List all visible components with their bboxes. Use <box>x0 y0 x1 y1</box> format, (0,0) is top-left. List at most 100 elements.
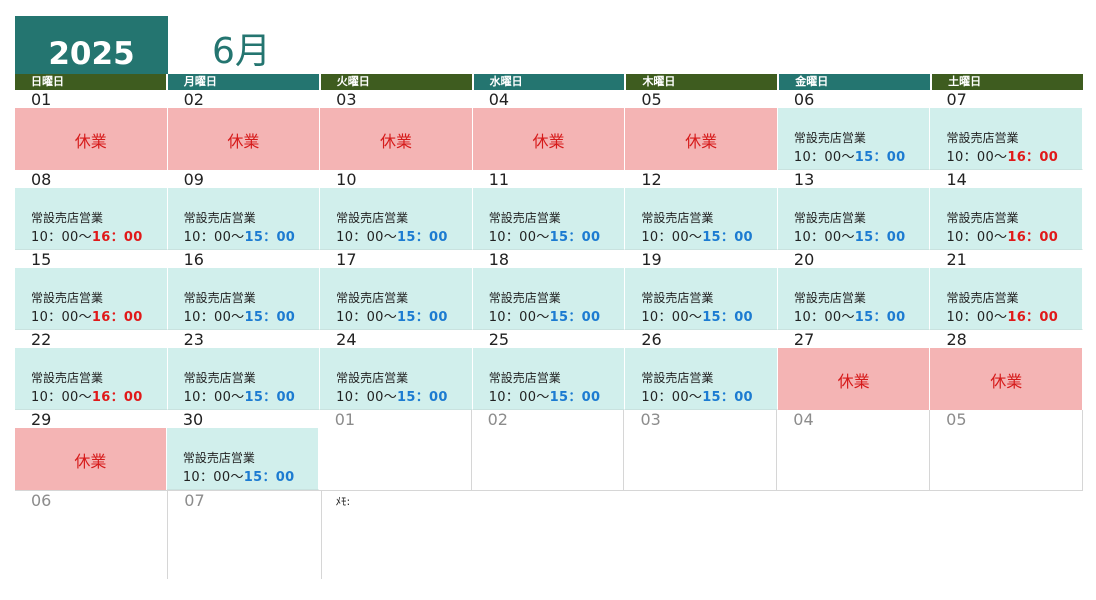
day-cell[interactable]: 08 常設売店営業 10：00～16：00 <box>15 170 168 250</box>
day-cell[interactable]: 07 常設売店営業 10：00～16：00 <box>930 90 1084 170</box>
open-band: 常設売店営業 10：00～15：00 <box>320 348 473 410</box>
day-number: 07 <box>946 90 967 109</box>
closed-band: 休業 <box>167 108 321 170</box>
day-cell[interactable]: 04 <box>777 410 931 490</box>
day-cell[interactable]: 02 <box>472 410 625 490</box>
open-start-time: 10：00～ <box>31 230 92 245</box>
closed-band: 休業 <box>777 348 931 410</box>
day-number: 18 <box>488 250 510 269</box>
open-title: 常設売店営業 <box>488 371 561 385</box>
day-cell[interactable]: 23 常設売店営業 10：00～15：00 <box>167 330 321 410</box>
open-title: 常設売店営業 <box>183 291 256 305</box>
day-number: 05 <box>946 410 967 429</box>
day-cell[interactable]: 10 常設売店営業 10：00～15：00 <box>320 170 473 250</box>
day-number: 21 <box>946 250 967 269</box>
day-number: 25 <box>488 330 510 349</box>
open-hours: 10：00～15：00 <box>794 146 906 165</box>
day-number: 07 <box>184 491 205 510</box>
day-cell[interactable]: 29 休業 <box>15 410 167 490</box>
open-start-time: 10：00～ <box>488 230 550 245</box>
day-cell[interactable]: 16 常設売店営業 10：00～15：00 <box>167 250 321 330</box>
day-number: 01 <box>334 410 356 429</box>
day-number: 04 <box>488 90 510 109</box>
closed-label: 休業 <box>74 132 107 151</box>
day-cell[interactable]: 02 休業 <box>167 90 321 170</box>
day-cell[interactable]: 09 常設売店営業 10：00～15：00 <box>167 170 321 250</box>
day-number: 20 <box>793 250 815 269</box>
open-end-time: 16：00 <box>1007 310 1059 325</box>
day-cell[interactable]: 03 休業 <box>320 90 473 170</box>
open-hours: 10：00～15：00 <box>489 386 601 405</box>
open-end-time: 15：00 <box>397 390 448 405</box>
day-cell[interactable]: 11 常設売店営業 10：00～15：00 <box>472 170 626 250</box>
open-band: 常設売店営業 10：00～15：00 <box>472 348 626 410</box>
memo-area[interactable]: ﾒﾓ: <box>322 491 1083 579</box>
day-cell[interactable]: 01 <box>319 410 472 490</box>
day-cell[interactable]: 07 <box>168 491 322 579</box>
day-cell[interactable]: 30 常設売店営業 10：00～15：00 <box>166 410 319 490</box>
day-cell[interactable]: 12 常設売店営業 10：00～15：00 <box>625 170 778 250</box>
open-title: 常設売店営業 <box>793 211 866 225</box>
day-number: 06 <box>793 90 815 109</box>
day-cell[interactable]: 20 常設売店営業 10：00～15：00 <box>777 250 931 330</box>
open-title: 常設売店営業 <box>336 291 409 305</box>
open-hours: 10：00～16：00 <box>946 226 1058 245</box>
open-title: 常設売店営業 <box>31 291 104 305</box>
day-cell[interactable]: 19 常設売店営業 10：00～15：00 <box>625 250 778 330</box>
open-title: 常設売店営業 <box>336 211 409 225</box>
day-cell[interactable]: 22 常設売店営業 10：00～16：00 <box>15 330 168 410</box>
open-end-time: 15：00 <box>702 390 753 405</box>
open-start-time: 10：00～ <box>31 390 92 405</box>
day-number: 08 <box>31 170 52 189</box>
calendar-grid: 日曜日 月曜日 火曜日 水曜日 木曜日 金曜日 土曜日 01 休業 02 休業 03 休業 04 休業 05… <box>15 74 1084 579</box>
day-cell[interactable]: 01 休業 <box>15 90 168 170</box>
open-start-time: 10：00～ <box>336 310 398 325</box>
open-band: 常設売店営業 10：00～15：00 <box>320 268 473 330</box>
open-hours: 10：00～16：00 <box>946 146 1058 165</box>
day-cell[interactable]: 15 常設売店営業 10：00～16：00 <box>15 250 168 330</box>
open-end-time: 15：00 <box>244 230 296 245</box>
open-end-time: 15：00 <box>549 230 601 245</box>
day-cell[interactable]: 05 <box>930 410 1084 490</box>
day-cell[interactable]: 27 休業 <box>777 330 931 410</box>
open-band: 常設売店営業 10：00～15：00 <box>472 188 626 250</box>
day-cell[interactable]: 04 休業 <box>472 90 626 170</box>
day-cell[interactable]: 17 常設売店営業 10：00～15：00 <box>320 250 473 330</box>
memo-row: 06 07 ﾒﾓ: <box>15 490 1083 579</box>
open-band: 常設売店営業 10：00～15：00 <box>166 428 319 490</box>
open-start-time: 10：00～ <box>793 310 855 325</box>
open-start-time: 10：00～ <box>946 310 1008 325</box>
open-start-time: 10：00～ <box>793 150 855 165</box>
open-title: 常設売店営業 <box>31 211 104 225</box>
day-number: 03 <box>336 90 357 109</box>
open-band: 常設売店営業 10：00～15：00 <box>777 268 931 330</box>
day-number: 10 <box>336 170 357 189</box>
day-cell[interactable]: 06 <box>15 491 169 579</box>
closed-band: 休業 <box>625 108 778 170</box>
day-cell[interactable]: 14 常設売店営業 10：00～16：00 <box>930 170 1084 250</box>
day-number: 28 <box>946 330 967 349</box>
open-end-time: 15：00 <box>854 150 906 165</box>
day-cell[interactable]: 18 常設売店営業 10：00～15：00 <box>472 250 626 330</box>
day-cell[interactable]: 24 常設売店営業 10：00～15：00 <box>320 330 473 410</box>
open-band: 常設売店営業 10：00～16：00 <box>15 268 168 330</box>
day-cell[interactable]: 21 常設売店営業 10：00～16：00 <box>930 250 1084 330</box>
day-cell[interactable]: 26 常設売店営業 10：00～15：00 <box>625 330 778 410</box>
day-cell[interactable]: 28 休業 <box>930 330 1084 410</box>
day-cell[interactable]: 13 常設売店営業 10：00～15：00 <box>777 170 931 250</box>
open-hours: 10：00～15：00 <box>641 306 753 325</box>
weekday-header-6: 土曜日 <box>932 74 1084 90</box>
open-hours: 10：00～15：00 <box>184 226 296 245</box>
day-number: 02 <box>183 90 204 109</box>
day-cell[interactable]: 03 <box>624 410 778 490</box>
day-cell[interactable]: 25 常設売店営業 10：00～15：00 <box>472 330 626 410</box>
open-title: 常設売店営業 <box>488 291 561 305</box>
day-number: 26 <box>641 330 662 349</box>
day-cell[interactable]: 06 常設売店営業 10：00～15：00 <box>777 90 931 170</box>
closed-label: 休業 <box>532 132 565 151</box>
open-end-time: 15：00 <box>549 390 601 405</box>
day-number: 17 <box>336 250 357 269</box>
open-title: 常設売店営業 <box>946 131 1019 145</box>
open-band: 常設売店営業 10：00～15：00 <box>777 188 931 250</box>
day-cell[interactable]: 05 休業 <box>625 90 778 170</box>
